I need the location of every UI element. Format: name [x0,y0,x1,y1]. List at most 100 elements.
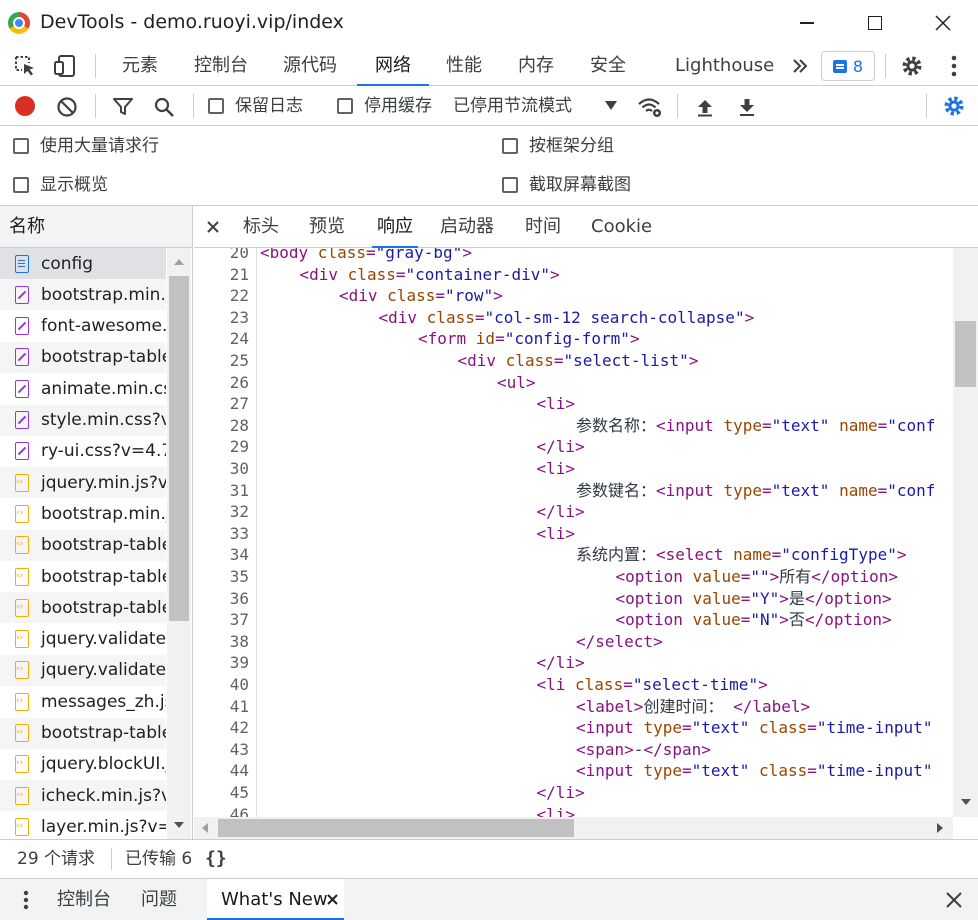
close-icon[interactable] [327,894,338,905]
tab-lighthouse[interactable]: Lighthouse [675,46,774,86]
scroll-up-icon [174,259,184,265]
issues-badge[interactable]: 8 [821,51,875,81]
request-row[interactable]: bootstrap.min.js [0,498,166,529]
drawer-tab-issues[interactable]: 问题 [141,879,177,920]
export-har-button[interactable] [735,95,759,119]
request-row[interactable]: icheck.min.js?v= [0,780,166,812]
request-row[interactable]: animate.min.css [0,373,166,404]
code-token: id [475,329,496,349]
code-token: class [347,264,396,284]
code-horizontal-scrollbar[interactable] [194,817,953,839]
minimize-button[interactable] [773,0,841,46]
close-drawer-button[interactable] [943,890,965,910]
filter-button[interactable] [110,95,136,119]
request-row[interactable]: bootstrap-table [0,341,166,373]
search-button[interactable] [151,95,177,119]
code-token: <input [656,415,724,435]
code-token: = [740,610,751,630]
code-token: <select [656,545,734,565]
code-text: <label>创建时间： </label> [576,696,810,718]
scrollbar-thumb[interactable] [169,276,189,621]
code-line: 33 <li> [194,523,953,545]
tab-timing[interactable]: 时间 [525,206,561,248]
line-number: 40 [229,675,249,694]
drawer-tab-whats-new[interactable]: What's New [207,879,344,920]
capture-screenshots-checkbox[interactable] [502,177,518,193]
code-token: type [723,415,762,435]
code-token: "gray-bg" [375,248,463,262]
tab-headers[interactable]: 标头 [243,206,279,248]
request-row[interactable]: bootstrap-table [0,592,166,624]
code-vertical-scrollbar[interactable] [953,248,978,817]
group-by-frame-label: 按框架分组 [529,136,614,156]
code-token: > [688,351,699,370]
code-token: class [759,718,808,738]
device-toolbar-button[interactable] [52,54,78,78]
request-row[interactable]: bootstrap-table [0,529,166,561]
scrollbar-thumb[interactable] [955,321,976,387]
scrollbar-thumb[interactable] [218,819,574,837]
show-overview-checkbox[interactable] [13,177,29,193]
maximize-button[interactable] [841,0,909,46]
record-button[interactable] [15,96,35,116]
code-line: 28 参数名称：<input type="text" name="conf [194,415,953,437]
settings-button[interactable] [898,53,926,79]
tab-memory[interactable]: 内存 [518,46,554,86]
throttling-select[interactable]: 已停用节流模式 [453,96,572,116]
request-row[interactable]: bootstrap-table [0,561,166,592]
inspect-element-button[interactable] [12,54,38,78]
tab-elements[interactable]: 元素 [122,46,158,86]
toolbar-separator [885,54,886,78]
code-text: </li> [537,501,585,523]
large-rows-checkbox[interactable] [13,138,29,154]
tab-response[interactable]: 响应 [372,206,418,248]
close-window-button[interactable] [909,0,977,46]
more-tabs-button[interactable] [787,54,813,78]
request-row[interactable]: ry-ui.css?v=4.7.3 [0,436,166,467]
request-row[interactable]: jquery.validate... [0,624,166,655]
request-row[interactable]: config [0,248,166,279]
drawer-tab-console[interactable]: 控制台 [57,879,111,920]
request-row[interactable]: layer.min.js?v=3 [0,811,166,839]
request-row[interactable]: style.min.css?v= [0,404,166,436]
request-row[interactable]: messages_zh.js? [0,686,166,717]
request-row[interactable]: bootstrap-table [0,717,166,749]
tab-console[interactable]: 控制台 [194,46,248,86]
request-list-scrollbar[interactable] [167,248,191,839]
network-settings-button[interactable] [940,93,968,119]
name-column-header[interactable]: 名称 [0,206,192,248]
code-token: 创建时间： [643,696,734,716]
tab-sources[interactable]: 源代码 [283,46,337,86]
network-conditions-button[interactable] [636,94,664,120]
request-row[interactable]: font-awesome... [0,311,166,342]
drawer-menu-button[interactable] [15,888,37,912]
response-code-view[interactable]: 20 <body class="gray-bg"> 21 <div class="co… [194,248,953,817]
import-har-button[interactable] [693,95,717,119]
clear-button[interactable] [55,95,79,119]
throttling-dropdown[interactable] [602,98,620,114]
request-row[interactable]: jquery.validate.e [0,654,166,686]
tab-performance[interactable]: 性能 [446,46,482,86]
preserve-log-checkbox[interactable] [208,98,224,114]
code-text: </li> [537,652,585,674]
close-detail-button[interactable] [204,218,222,236]
pretty-print-button[interactable]: {} [205,840,227,878]
disable-cache-checkbox[interactable] [337,98,353,114]
request-row[interactable]: jquery.blockUI.js [0,749,166,780]
request-row[interactable]: jquery.min.js?v= [0,467,166,499]
request-row[interactable]: bootstrap.min.c [0,279,166,311]
group-by-frame-checkbox[interactable] [502,138,518,154]
code-line: 45 </li> [194,782,953,804]
tab-preview[interactable]: 预览 [309,206,345,248]
toolbar-separator [95,94,96,118]
tab-security[interactable]: 安全 [590,46,626,86]
tab-network[interactable]: 网络 [357,46,429,86]
script-file-icon [15,598,29,617]
show-overview-label: 显示概览 [40,175,108,195]
tab-initiator[interactable]: 启动器 [440,206,494,248]
code-line: 24 <form id="config-form"> [194,328,953,350]
code-token: </label> [733,696,811,716]
more-options-button[interactable] [942,54,966,78]
script-file-icon [15,692,29,711]
tab-cookies[interactable]: Cookie [591,206,652,248]
